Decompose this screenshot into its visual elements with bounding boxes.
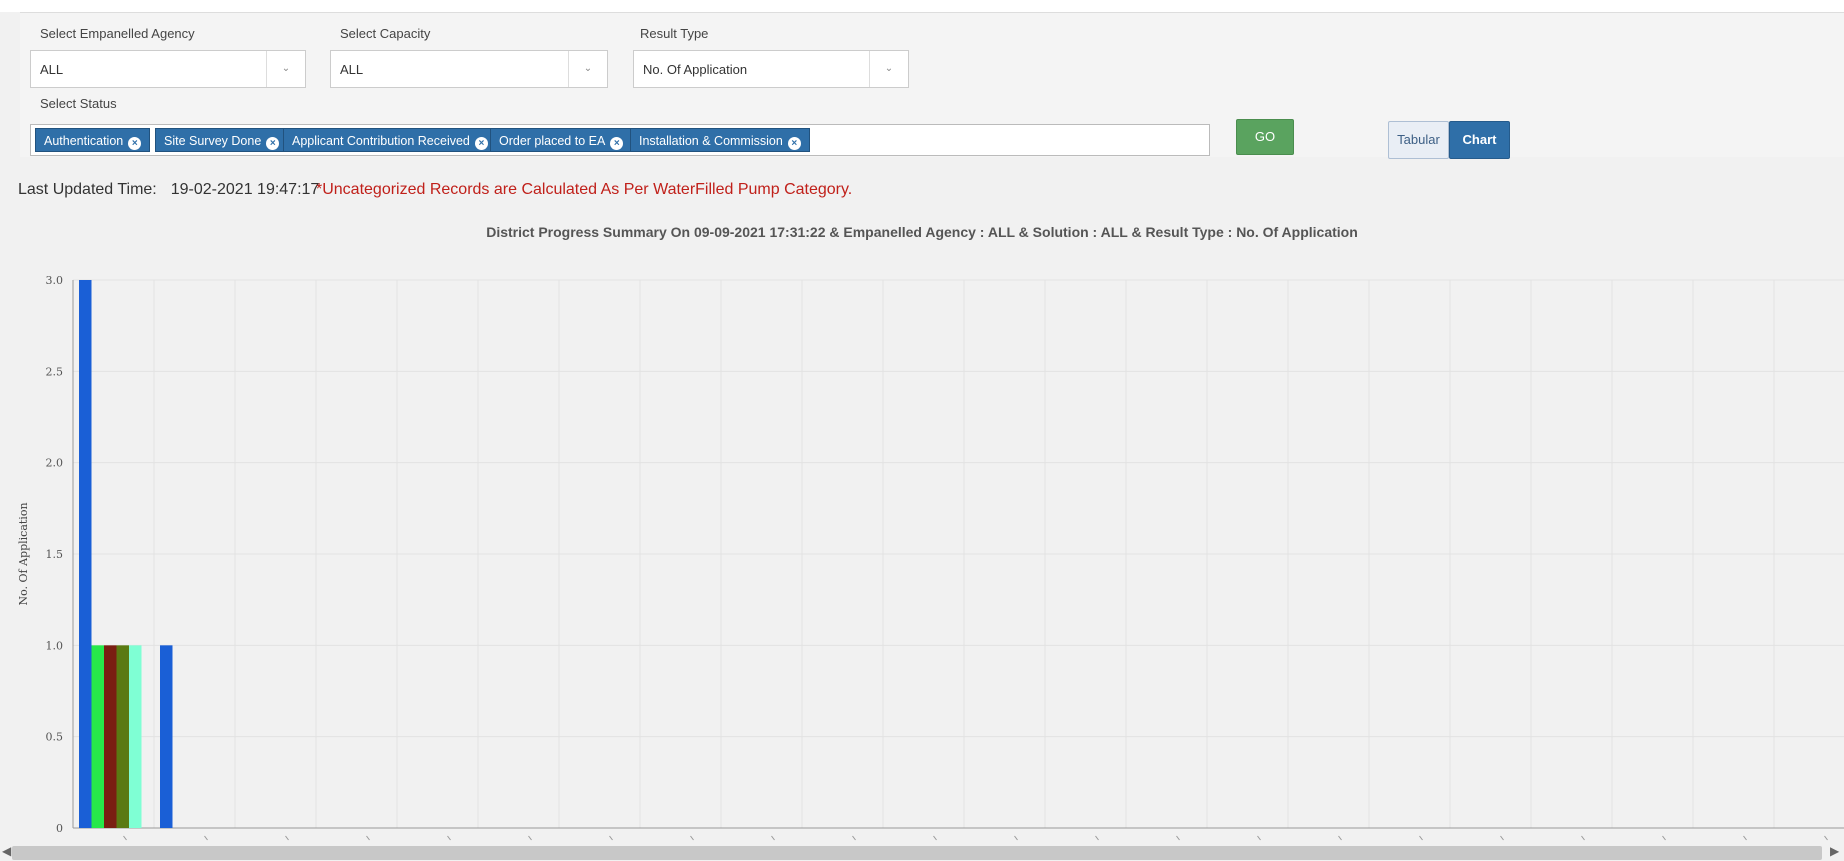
status-tag-label: Authentication [44,134,124,148]
x-tick-mark [447,835,451,841]
x-tick-mark [1581,835,1585,841]
last-updated: Last Updated Time: 19-02-2021 19:47:17 [18,181,319,199]
top-strip [0,0,1844,12]
agency-label: Select Empanelled Agency [40,26,195,41]
x-tick-mark [1743,835,1747,841]
x-tick-mark [1662,835,1666,841]
chevron-down-icon: ⌄ [568,51,607,87]
arrow-right-icon[interactable]: ▶ [1830,844,1839,858]
chevron-down-icon: ⌄ [869,51,908,87]
x-tick-mark [933,835,937,841]
capacity-label: Select Capacity [340,26,431,41]
chart-title: District Progress Summary On 09-09-2021 … [486,224,1358,240]
uncategorized-note: *Uncategorized Records are Calculated As… [316,181,853,198]
status-tag-label: Installation & Commission [639,134,783,148]
status-label: Select Status [40,96,117,111]
agency-select[interactable]: ALL ⌄ [30,50,306,88]
scroll-thumb[interactable] [12,846,1822,860]
capacity-select[interactable]: ALL ⌄ [330,50,608,88]
result-type-label: Result Type [640,26,709,41]
y-tick-label: 0.5 [46,731,64,744]
chevron-down-icon: ⌄ [266,51,305,87]
y-tick-label: 0 [56,822,63,835]
arrow-left-icon[interactable]: ◀ [2,844,11,858]
x-tick-mark [1095,835,1099,841]
x-tick-mark [528,835,532,841]
x-tick-mark [1338,835,1342,841]
x-tick-mark [1176,835,1180,841]
x-tick-mark [204,835,208,841]
x-tick-mark [1257,835,1261,841]
x-tick-mark [1500,835,1504,841]
y-tick-label: 2.5 [46,365,64,378]
result-type-select[interactable]: No. Of Application ⌄ [633,50,909,88]
status-tag-site-survey[interactable]: Site Survey Done × [155,128,289,152]
bar [129,645,142,828]
status-tag-installation[interactable]: Installation & Commission × [630,128,810,152]
status-tag-label: Site Survey Done [164,134,262,148]
x-tick-mark [609,835,613,841]
last-updated-label: Last Updated Time: [18,181,157,198]
bar [79,280,92,828]
status-tag-label: Order placed to EA [499,134,606,148]
go-button[interactable]: GO [1236,119,1294,155]
tab-chart[interactable]: Chart [1449,121,1510,159]
x-tick-mark [366,835,370,841]
status-tag-label: Applicant Contribution Received [292,134,470,148]
x-tick-mark [123,835,127,841]
close-circle-icon[interactable]: × [474,137,488,150]
y-tick-label: 1.0 [46,639,64,652]
bar [116,645,129,828]
x-tick-mark [690,835,694,841]
y-axis-title: No. Of Application [17,502,30,605]
x-tick-mark [1014,835,1018,841]
x-tick-mark [771,835,775,841]
y-tick-label: 3.0 [46,274,64,287]
x-tick-mark [852,835,856,841]
horizontal-scrollbar[interactable]: ◀ ▶ [0,843,1844,861]
bar [160,645,173,828]
bar-chart: 0 0.5 1.0 1.5 2.0 2.5 3.0 No. Of Application [17,274,1844,841]
x-tick-mark [1419,835,1423,841]
status-tag-order-placed[interactable]: Order placed to EA × [490,128,633,152]
result-type-select-value: No. Of Application [643,62,748,77]
bar [104,645,117,828]
close-circle-icon[interactable]: × [610,137,624,150]
status-tag-authentication[interactable]: Authentication × [35,128,151,152]
close-circle-icon[interactable]: × [128,137,142,150]
x-tick-mark [285,835,289,841]
last-updated-time: 19-02-2021 19:47:17 [170,181,320,198]
x-tick-mark [1824,835,1828,841]
status-tag-applicant-contribution[interactable]: Applicant Contribution Received × [283,128,497,152]
capacity-select-value: ALL [340,62,364,77]
y-tick-label: 1.5 [46,548,64,561]
tab-tabular[interactable]: Tabular [1388,121,1449,159]
agency-select-value: ALL [40,62,64,77]
close-circle-icon[interactable]: × [787,137,801,150]
close-circle-icon[interactable]: × [266,137,280,150]
y-tick-label: 2.0 [46,457,64,470]
bar [91,645,104,828]
status-multiselect[interactable]: Authentication × Site Survey Done × Applic… [30,124,1210,156]
